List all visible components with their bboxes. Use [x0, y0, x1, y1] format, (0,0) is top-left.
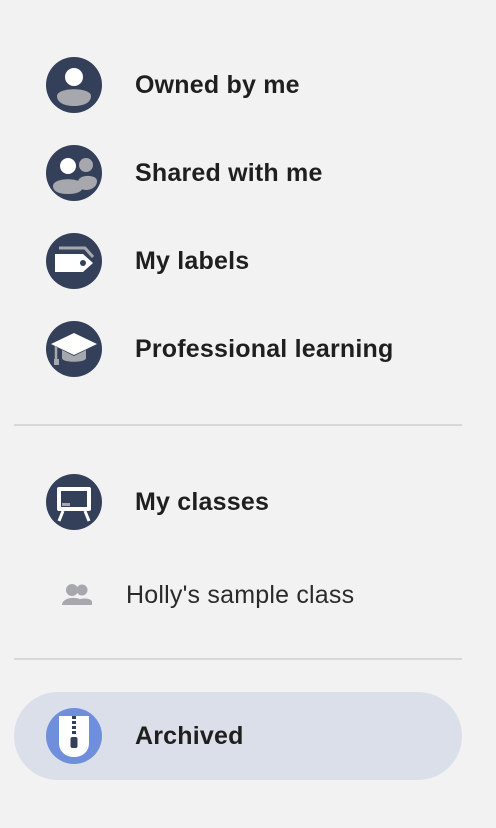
person-icon [45, 56, 103, 114]
nav-label: My labels [135, 247, 250, 275]
label-tag-icon [45, 232, 103, 290]
archive-zipper-icon [45, 707, 103, 765]
people-icon [45, 144, 103, 202]
class-item-hollys-sample-class[interactable]: Holly's sample class [14, 551, 462, 639]
divider [14, 658, 462, 660]
graduation-cap-icon [45, 320, 103, 378]
class-item-label: Holly's sample class [126, 581, 355, 609]
nav-item-archived[interactable]: Archived [14, 692, 462, 780]
nav-item-my-classes[interactable]: My classes [14, 458, 462, 546]
nav-label: Professional learning [135, 335, 394, 363]
classroom-board-icon [45, 473, 103, 531]
nav-label: Owned by me [135, 71, 300, 99]
nav-label: Shared with me [135, 159, 323, 187]
nav-item-shared-with-me[interactable]: Shared with me [14, 129, 462, 217]
nav-item-owned-by-me[interactable]: Owned by me [14, 41, 462, 129]
nav-item-professional-learning[interactable]: Professional learning [14, 305, 462, 393]
side-navigation: Owned by me Shared with me My labels Pro… [0, 0, 496, 828]
nav-label: My classes [135, 488, 270, 516]
nav-label: Archived [135, 722, 244, 750]
group-icon [60, 581, 94, 609]
divider [14, 424, 462, 426]
nav-item-my-labels[interactable]: My labels [14, 217, 462, 305]
